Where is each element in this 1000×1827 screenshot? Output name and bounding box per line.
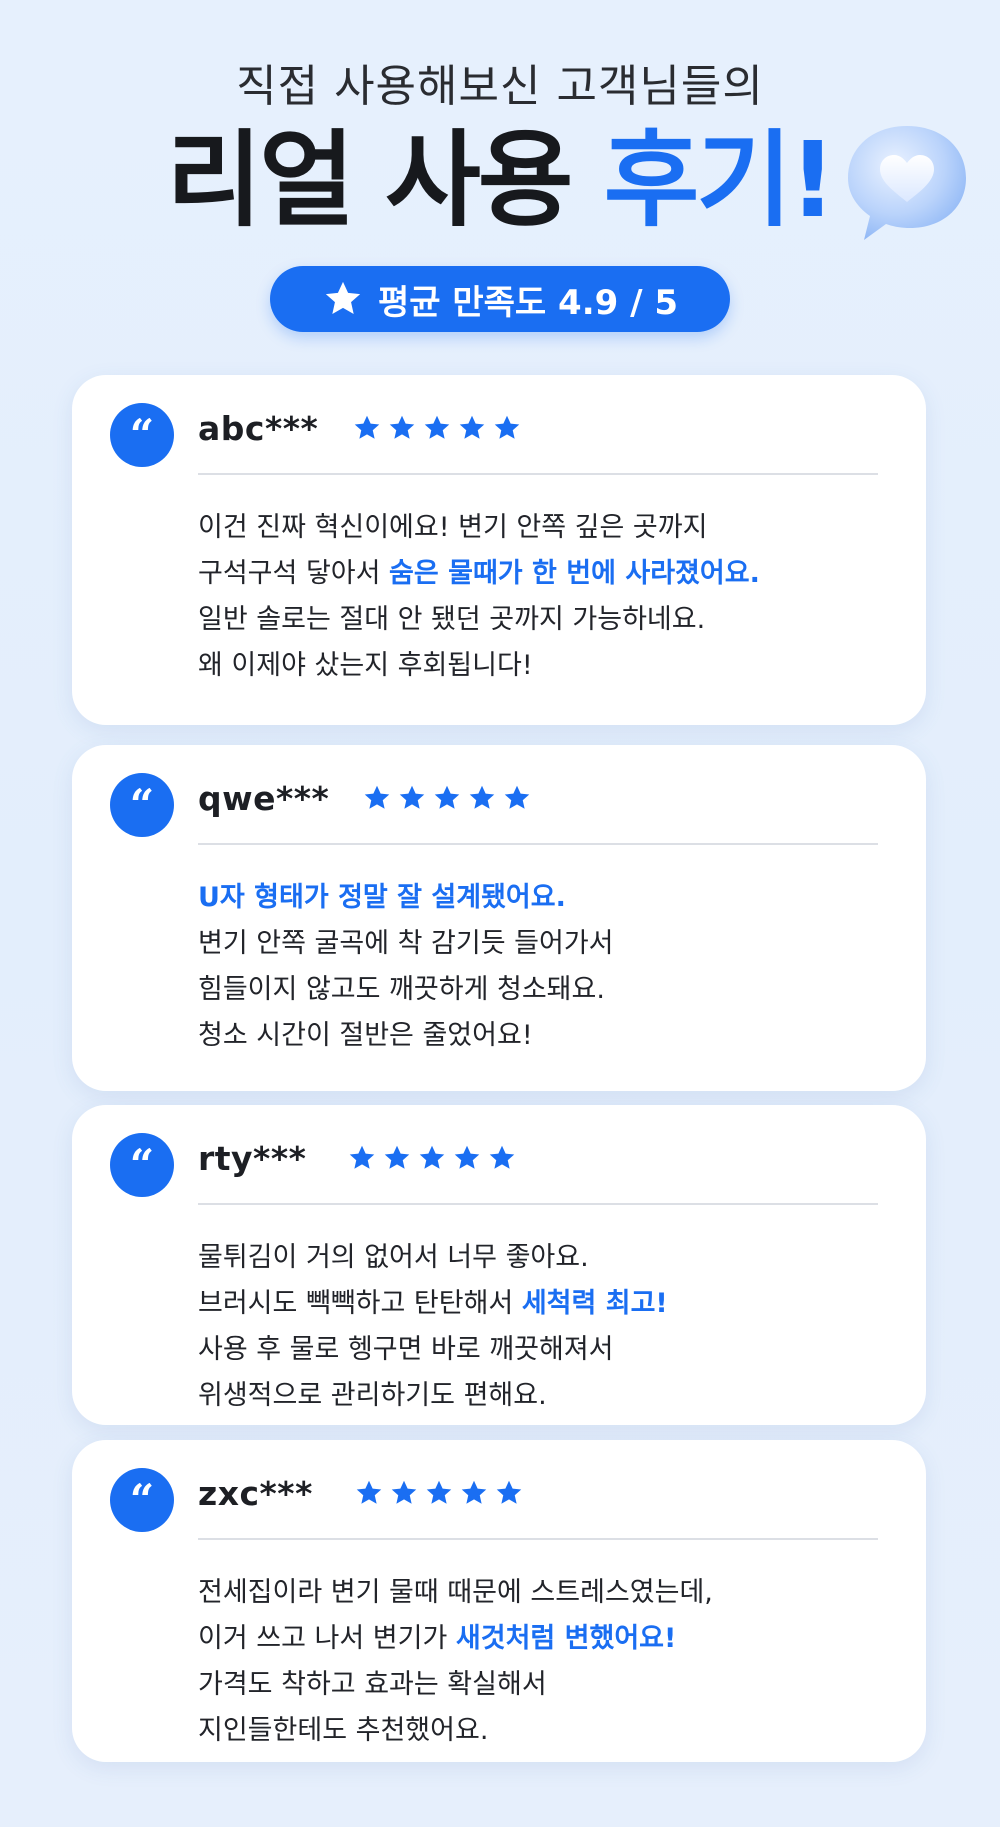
star-icon (489, 1145, 515, 1169)
review-line: 위생적으로 관리하기도 편해요. (198, 1373, 886, 1419)
review-line: 지인들한테도 추천했어요. (198, 1708, 886, 1754)
review-line: 가격도 착하고 효과는 확실해서 (198, 1662, 886, 1708)
star-icon (461, 1480, 487, 1504)
star-rating (362, 783, 532, 813)
review-highlight: 새것처럼 변했어요! (455, 1623, 677, 1654)
page-subtitle: 직접 사용해보신 고객님들의 (236, 61, 764, 112)
review-line: 이건 진짜 혁신이에요! 변기 안쪽 깊은 곳까지 (198, 505, 886, 551)
average-rating-label: 평균 만족도 4.9 / 5 (377, 282, 679, 323)
reviewer-name: rty*** (198, 1139, 307, 1178)
reviewer-name: zxc*** (198, 1474, 313, 1513)
review-text: 이건 진짜 혁신이에요! 변기 안쪽 깊은 곳까지구석구석 닿아서 숨은 물때가… (198, 505, 886, 689)
star-icon (426, 1480, 452, 1504)
review-card: “ rty*** 물튀김이 거의 없어서 너무 좋아요. 브러시도 빽빽하고 탄탄해서… (72, 1105, 926, 1425)
review-card: “ zxc*** 전세집이라 변기 물때 때문에 스트레스였는데, 이거 쓰고 나서 … (72, 1440, 926, 1762)
divider (198, 1203, 878, 1205)
review-line-text: 이거 쓰고 나서 변기가 (198, 1623, 456, 1654)
review-line-text: 위생적으로 관리하기도 편해요. (198, 1380, 547, 1411)
star-icon (459, 415, 485, 439)
review-line-text: 이건 진짜 혁신이에요! 변기 안쪽 깊은 곳까지 (198, 512, 708, 543)
review-line: 왜 이제야 샀는지 후회됩니다! (198, 643, 886, 689)
star-icon (496, 1480, 522, 1504)
review-line: U자 형태가 정말 잘 설계됐어요. (198, 875, 886, 921)
star-icon (384, 1145, 410, 1169)
star-icon (356, 1480, 382, 1504)
svg-text:“: “ (130, 1483, 154, 1517)
review-text: 물튀김이 거의 없어서 너무 좋아요. 브러시도 빽빽하고 탄탄해서 세척력 최고… (198, 1235, 886, 1419)
page-header: 직접 사용해보신 고객님들의 리얼 사용 후기! 평균 만족도 4.9 / 5 (0, 0, 1000, 360)
average-rating-badge: 평균 만족도 4.9 / 5 (270, 266, 730, 332)
review-card: “ qwe*** U자 형태가 정말 잘 설계됐어요. 변기 안쪽 굴곡에 착 감기듯… (72, 745, 926, 1091)
divider (198, 1538, 878, 1540)
review-highlight: 숨은 물때가 한 번에 사라졌어요. (389, 558, 760, 589)
review-line: 일반 솔로는 절대 안 됐던 곳까지 가능하네요. (198, 597, 886, 643)
star-icon (364, 785, 390, 809)
star-icon (399, 785, 425, 809)
star-icon (349, 1145, 375, 1169)
reviewer-name: qwe*** (198, 779, 330, 818)
star-rating (352, 413, 522, 443)
star-icon (391, 1480, 417, 1504)
review-line: 청소 시간이 절반은 줄었어요! (198, 1013, 886, 1059)
title-accent: 후기! (603, 119, 837, 241)
review-line: 전세집이라 변기 물때 때문에 스트레스였는데, (198, 1570, 886, 1616)
review-text: 전세집이라 변기 물때 때문에 스트레스였는데, 이거 쓰고 나서 변기가 새것처… (198, 1570, 886, 1754)
review-line: 힘들이지 않고도 깨끗하게 청소돼요. (198, 967, 886, 1013)
divider (198, 843, 878, 845)
review-line-text: 물튀김이 거의 없어서 너무 좋아요. (198, 1242, 589, 1273)
review-line-text: 지인들한테도 추천했어요. (198, 1715, 489, 1746)
quote-icon: “ (110, 773, 174, 837)
star-rating (347, 1143, 517, 1173)
review-line-text: 가격도 착하고 효과는 확실해서 (198, 1669, 547, 1700)
star-icon (354, 415, 380, 439)
star-rating (354, 1478, 524, 1508)
svg-text:“: “ (130, 788, 154, 822)
review-line-text: 브러시도 빽빽하고 탄탄해서 (198, 1288, 522, 1319)
review-text: U자 형태가 정말 잘 설계됐어요. 변기 안쪽 굴곡에 착 감기듯 들어가서힘들… (198, 875, 886, 1059)
quote-icon: “ (110, 1468, 174, 1532)
star-icon (419, 1145, 445, 1169)
star-icon (469, 785, 495, 809)
review-card: “ abc*** 이건 진짜 혁신이에요! 변기 안쪽 깊은 곳까지구석구석 닿아서… (72, 375, 926, 725)
review-line: 변기 안쪽 굴곡에 착 감기듯 들어가서 (198, 921, 886, 967)
star-icon (434, 785, 460, 809)
review-line-text: 변기 안쪽 굴곡에 착 감기듯 들어가서 (198, 928, 614, 959)
svg-text:“: “ (130, 1148, 154, 1182)
review-highlight: 세척력 최고! (521, 1288, 668, 1319)
quote-icon: “ (110, 403, 174, 467)
review-line-text: 전세집이라 변기 물때 때문에 스트레스였는데, (198, 1577, 713, 1608)
review-line-text: 구석구석 닿아서 (198, 558, 390, 589)
reviewer-name: abc*** (198, 409, 319, 448)
review-highlight: U자 형태가 정말 잘 설계됐어요. (198, 882, 566, 913)
star-icon (454, 1145, 480, 1169)
review-line-text: 왜 이제야 샀는지 후회됩니다! (198, 650, 533, 681)
svg-text:“: “ (130, 418, 154, 452)
star-icon (325, 281, 361, 315)
title-main: 리얼 사용 (166, 119, 604, 241)
review-line-text: 청소 시간이 절반은 줄었어요! (198, 1020, 533, 1051)
review-line-text: 사용 후 물로 헹구면 바로 깨끗해져서 (198, 1334, 614, 1365)
review-line: 이거 쓰고 나서 변기가 새것처럼 변했어요! (198, 1616, 886, 1662)
heart-speech-bubble-icon (848, 126, 966, 240)
review-line: 브러시도 빽빽하고 탄탄해서 세척력 최고! (198, 1281, 886, 1327)
review-line-text: 힘들이지 않고도 깨끗하게 청소돼요. (198, 974, 605, 1005)
divider (198, 473, 878, 475)
review-line-text: 일반 솔로는 절대 안 됐던 곳까지 가능하네요. (198, 604, 706, 635)
star-icon (504, 785, 530, 809)
quote-icon: “ (110, 1133, 174, 1197)
review-line: 구석구석 닿아서 숨은 물때가 한 번에 사라졌어요. (198, 551, 886, 597)
star-icon (389, 415, 415, 439)
star-icon (494, 415, 520, 439)
star-icon (424, 415, 450, 439)
review-line: 사용 후 물로 헹구면 바로 깨끗해져서 (198, 1327, 886, 1373)
review-line: 물튀김이 거의 없어서 너무 좋아요. (198, 1235, 886, 1281)
